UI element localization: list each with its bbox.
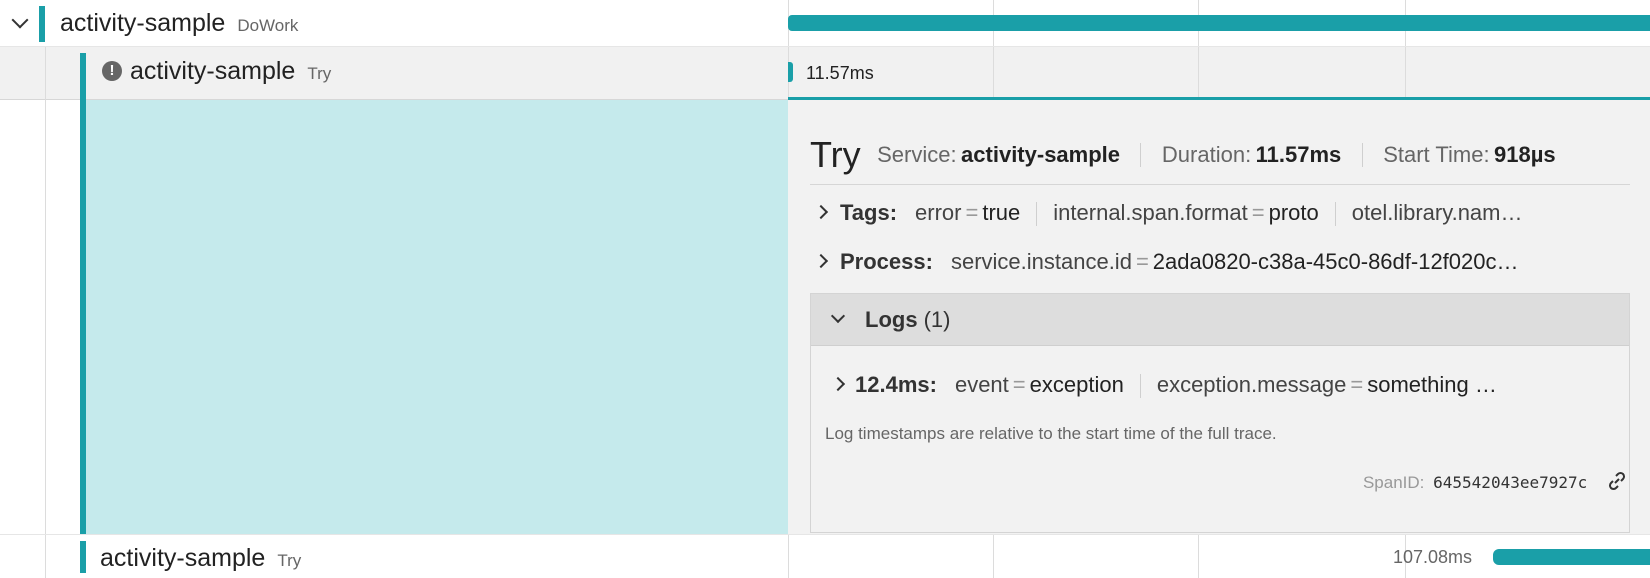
chevron-right-icon[interactable] — [833, 376, 846, 392]
tag-key: otel.library.nam… — [1351, 200, 1523, 225]
span-row-try[interactable]: activity-sample Try 107.08ms — [0, 534, 1650, 578]
span-operation-name: Try — [277, 551, 302, 570]
tree-line — [45, 100, 46, 534]
tree-line — [45, 535, 46, 578]
span-detail-panel: Try Service: activity-sample Duration: 1… — [788, 100, 1650, 534]
tag-key: internal.span.format — [1053, 200, 1248, 225]
span-service-name: activity-sample — [100, 544, 266, 572]
process-value: 2ada0820-c38a-45c0-86df-12f020c… — [1152, 249, 1519, 274]
span-timeline: 11.57ms — [788, 47, 1650, 99]
service-color-bar — [80, 53, 86, 100]
detail-title: Try — [810, 134, 861, 175]
log-key: exception.message — [1156, 372, 1347, 397]
detail-header: Try Service: activity-sample Duration: 1… — [810, 134, 1556, 176]
divider — [1139, 374, 1141, 399]
logs-section: Logs (1) 12.4ms: event = exception exception.… — [810, 293, 1630, 533]
span-operation-name: DoWork — [237, 16, 299, 35]
tag-key: error — [915, 200, 962, 225]
logs-header[interactable]: Logs (1) — [811, 294, 1629, 346]
spanid-row: SpanID: 645542043ee7927c — [1363, 470, 1628, 497]
chevron-down-icon[interactable] — [11, 11, 29, 29]
log-value: exception — [1029, 372, 1124, 397]
equals-sign: = — [1251, 200, 1265, 225]
log-entry[interactable]: 12.4ms: event = exception exception.message =… — [833, 372, 1613, 399]
selected-span-highlight — [86, 100, 788, 534]
tags-section[interactable]: Tags: error = true internal.span.format = prot… — [810, 200, 1630, 230]
tag-value: true — [982, 200, 1021, 225]
span-duration-bar[interactable] — [788, 15, 1650, 31]
equals-sign: = — [1012, 372, 1026, 397]
chevron-right-icon[interactable] — [813, 204, 829, 220]
divider — [1361, 143, 1363, 167]
detail-service-label: Service: — [877, 142, 957, 167]
service-color-bar — [80, 541, 86, 573]
span-timeline — [788, 0, 1650, 46]
detail-duration-value: 11.57ms — [1255, 142, 1342, 167]
equals-sign: = — [1350, 372, 1364, 397]
span-service-name: activity-sample — [130, 57, 296, 85]
divider — [1140, 143, 1142, 167]
link-icon[interactable] — [1606, 470, 1628, 497]
equals-sign: = — [1135, 249, 1149, 274]
divider — [1334, 202, 1336, 227]
detail-start-label: Start Time: — [1383, 142, 1490, 167]
span-row-dowork[interactable]: activity-sample DoWork — [0, 0, 1650, 578]
logs-count: (1) — [923, 307, 951, 332]
spanid-label: SpanID: — [1362, 472, 1425, 492]
span-duration-label: 107.08ms — [1393, 547, 1473, 567]
log-timestamps-note: Log timestamps are relative to the start… — [825, 424, 1277, 443]
error-icon: ! — [102, 61, 122, 81]
tags-label: Tags: — [840, 200, 898, 225]
process-key: service.instance.id — [950, 249, 1132, 274]
tag-value: proto — [1268, 200, 1319, 225]
log-time: 12.4ms: — [855, 372, 937, 397]
span-row-try-selected[interactable]: ! activity-sample Try 11.57ms — [0, 47, 1650, 100]
chevron-down-icon[interactable] — [830, 308, 846, 324]
divider — [810, 184, 1630, 185]
span-timeline: 107.08ms — [788, 535, 1650, 578]
divider — [1036, 202, 1038, 227]
chevron-right-icon[interactable] — [813, 253, 829, 269]
span-duration-bar[interactable] — [1493, 549, 1650, 565]
spanid-value: 645542043ee7927c — [1433, 472, 1588, 492]
detail-start-value: 918µs — [1494, 142, 1556, 167]
span-service-name: activity-sample — [60, 9, 226, 37]
equals-sign: = — [965, 200, 979, 225]
tree-line — [45, 47, 46, 100]
process-section[interactable]: Process: service.instance.id = 2ada0820-c38… — [810, 249, 1630, 279]
span-operation-name: Try — [307, 64, 332, 83]
span-duration-bar[interactable] — [788, 62, 793, 82]
span-duration-label: 11.57ms — [806, 63, 874, 83]
logs-label: Logs — [865, 307, 918, 332]
log-key: event — [954, 372, 1009, 397]
service-color-bar — [39, 6, 45, 42]
detail-duration-label: Duration: — [1161, 142, 1252, 167]
log-value: something … — [1367, 372, 1497, 397]
detail-service-value: activity-sample — [961, 142, 1121, 167]
process-label: Process: — [840, 249, 933, 274]
